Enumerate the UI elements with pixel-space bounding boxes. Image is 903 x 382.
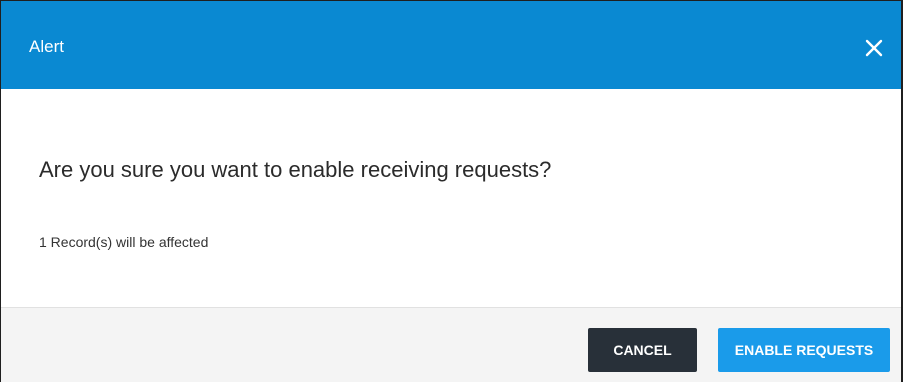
close-icon-svg — [865, 39, 883, 57]
dialog-header: Alert — [1, 1, 901, 89]
dialog-footer: CANCEL ENABLE REQUESTS — [1, 307, 901, 382]
affected-records-text: 1 Record(s) will be affected — [39, 234, 209, 250]
dialog-title: Alert — [29, 37, 64, 56]
close-icon[interactable] — [865, 39, 883, 57]
confirmation-message: Are you sure you want to enable receivin… — [39, 157, 552, 182]
dialog-body: Are you sure you want to enable receivin… — [1, 89, 901, 307]
alert-dialog: Alert Are you sure you want to enable re… — [0, 0, 903, 382]
enable-requests-button[interactable]: ENABLE REQUESTS — [718, 328, 890, 372]
cancel-button[interactable]: CANCEL — [588, 328, 697, 372]
